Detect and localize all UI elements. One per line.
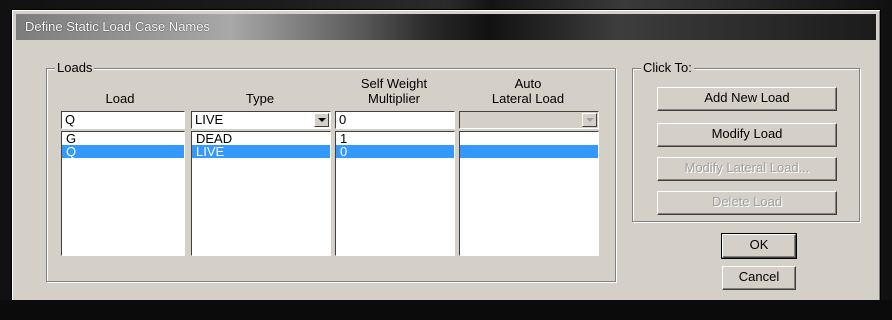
cancel-button[interactable]: Cancel [722,266,796,290]
add-new-load-button[interactable]: Add New Load [657,87,837,111]
list-item[interactable]: Q [62,145,184,158]
header-type: Type [245,91,275,106]
auto-lateral-select [459,111,599,129]
auto-lateral-list[interactable] [459,131,599,256]
loads-legend: Loads [55,60,95,75]
list-item[interactable]: 0 [336,145,454,158]
load-type-value: LIVE [195,112,224,127]
self-weight-input[interactable]: 0 [335,111,455,129]
header-self-weight: Self Weight Multiplier [360,76,428,106]
delete-load-button: Delete Load [657,191,837,215]
window-title: Define Static Load Case Names [25,19,210,34]
header-auto-lateral: Auto Lateral Load [491,76,565,106]
list-item[interactable]: 1 [336,132,454,145]
load-type-select[interactable]: LIVE [191,111,331,129]
self-weight-list[interactable]: 1 0 [335,131,455,256]
header-load: Load [105,91,135,106]
click-to-group: Click To: Add New Load Modify Load Modif… [632,60,860,222]
modify-load-button[interactable]: Modify Load [657,123,837,147]
screen-bottom-edge [0,300,892,320]
dialog-window: Define Static Load Case Names Loads Load… [12,10,880,310]
list-item[interactable] [460,145,598,158]
list-item[interactable]: LIVE [192,145,330,158]
title-bar[interactable]: Define Static Load Case Names [16,14,876,40]
load-list[interactable]: G Q [61,131,185,256]
load-name-input[interactable]: Q [61,111,185,129]
list-item[interactable]: G [62,132,184,145]
list-item[interactable] [460,132,598,145]
dialog-client-area: Loads Load Type Self Weight Multiplier A… [16,44,876,306]
modify-lateral-load-button: Modify Lateral Load... [657,157,837,181]
ok-button[interactable]: OK [722,234,796,258]
chevron-down-icon[interactable] [314,113,329,127]
click-to-legend: Click To: [641,60,694,75]
loads-group: Loads Load Type Self Weight Multiplier A… [46,60,616,282]
chevron-down-icon [582,113,597,127]
type-list[interactable]: DEAD LIVE [191,131,331,256]
